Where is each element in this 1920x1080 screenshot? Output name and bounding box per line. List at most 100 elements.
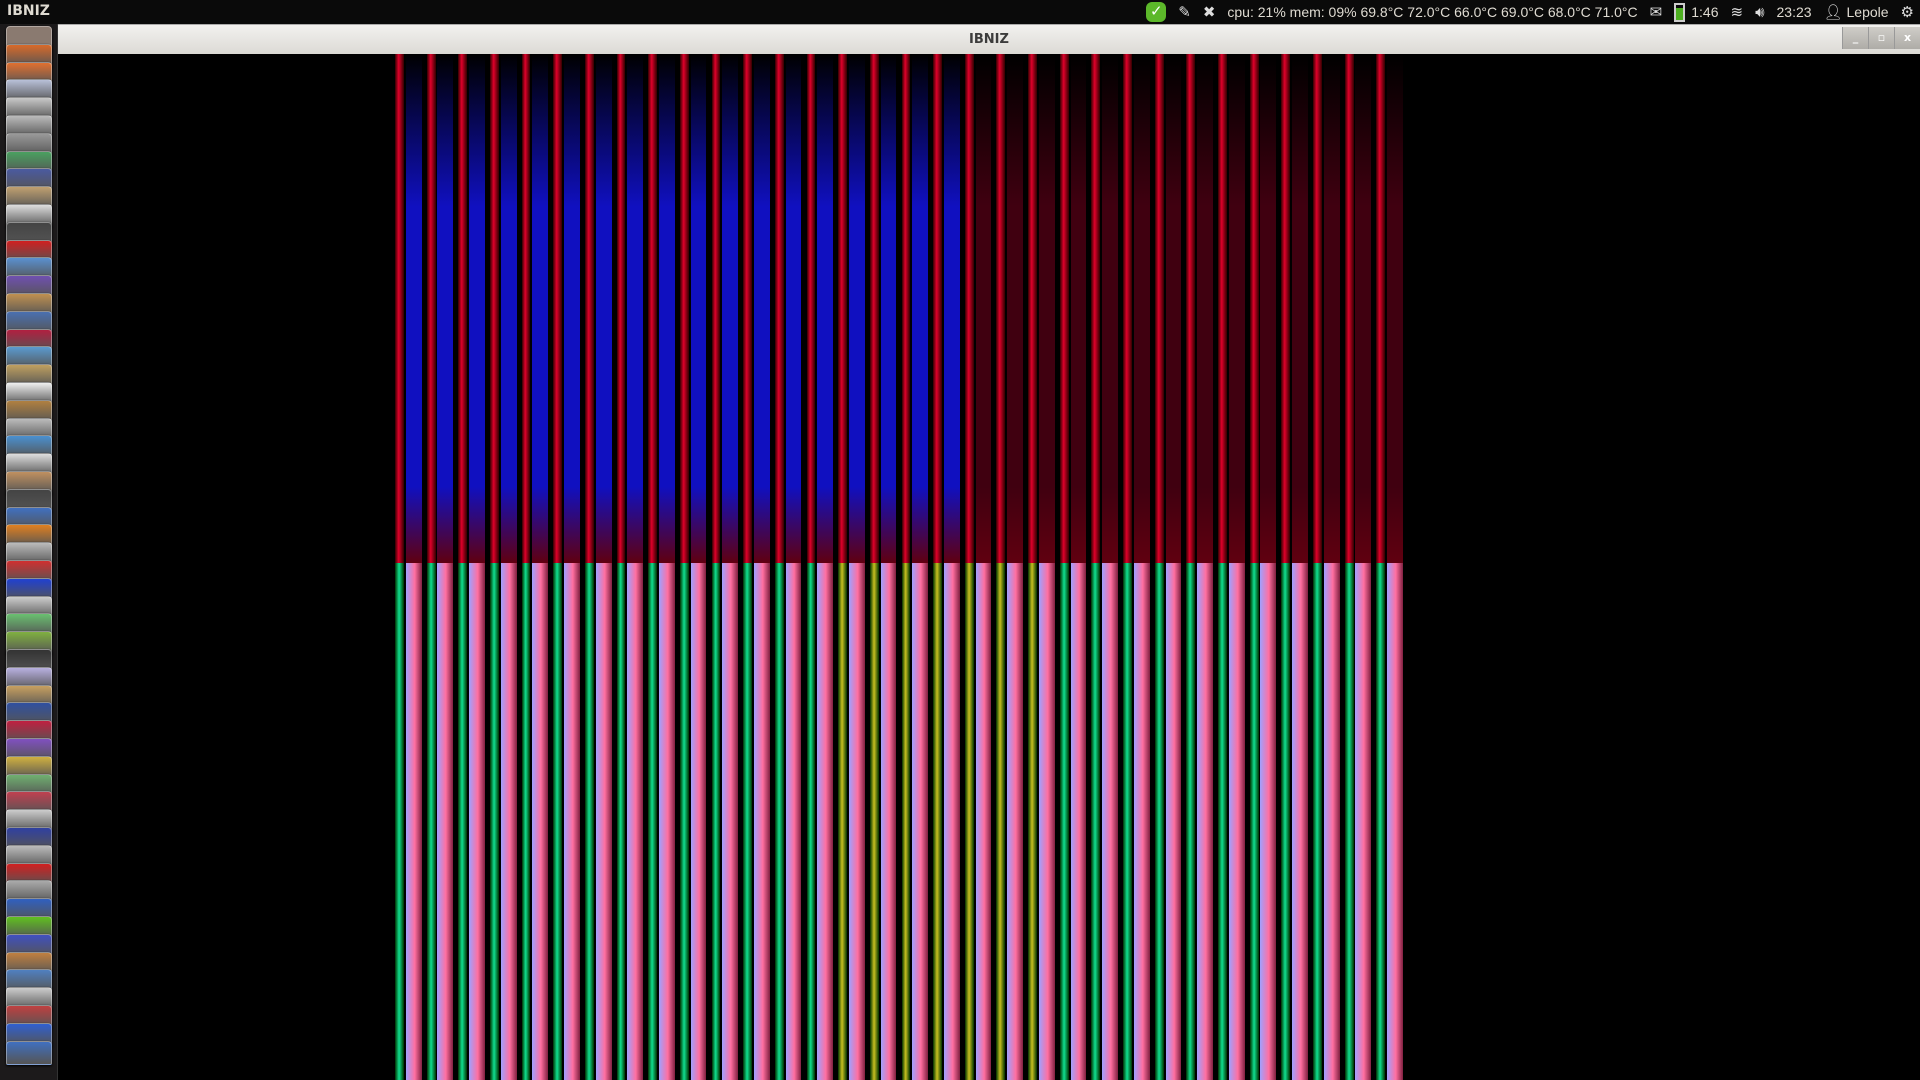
stripe-blue	[912, 54, 928, 563]
stripe-red	[996, 54, 1005, 563]
power-gear-icon[interactable]: ⚙	[1901, 3, 1914, 21]
stripe-red	[743, 54, 752, 563]
stripe-red	[1313, 54, 1322, 563]
stripe-red	[585, 54, 594, 563]
stripe-green	[965, 563, 974, 1080]
stripe-red	[1155, 54, 1164, 563]
user-name: Lepole	[1847, 4, 1889, 20]
stripe-green	[870, 563, 879, 1080]
stripe-blue	[1134, 54, 1150, 563]
stripe-green	[1186, 563, 1195, 1080]
maximize-button[interactable]: ▫	[1868, 27, 1894, 49]
stripe-red	[838, 54, 847, 563]
battery-time[interactable]: 1:46	[1691, 4, 1718, 20]
stripe-green	[1028, 563, 1037, 1080]
stripe-green	[680, 563, 689, 1080]
system-monitor-text[interactable]: cpu: 21% mem: 09% 69.8°C 72.0°C 66.0°C 6…	[1227, 4, 1637, 20]
stripe-red	[775, 54, 784, 563]
stripe-blue	[849, 54, 865, 563]
stripe-green	[1123, 563, 1132, 1080]
mail-icon[interactable]: ✉	[1650, 3, 1663, 21]
sync-check-icon[interactable]: ✓	[1146, 2, 1166, 22]
stripe-pink	[1102, 563, 1118, 1080]
notes-icon[interactable]: ✎	[1178, 3, 1191, 21]
stripe-pink	[1229, 563, 1245, 1080]
stripe-blue	[406, 54, 422, 563]
stripe-red	[902, 54, 911, 563]
dropbox-icon[interactable]: ✖	[1203, 3, 1216, 21]
stripe-red	[395, 54, 404, 563]
stripe-blue	[1197, 54, 1213, 563]
stripe-pink	[1260, 563, 1276, 1080]
stripe-blue	[596, 54, 612, 563]
stripe-green	[996, 563, 1005, 1080]
stripe-blue	[1387, 54, 1403, 563]
battery-icon[interactable]	[1674, 3, 1685, 22]
active-app-title: IBNIZ	[7, 3, 50, 19]
stripe-pink	[912, 563, 928, 1080]
clock[interactable]: 23:23	[1777, 4, 1812, 20]
stripe-pink	[1292, 563, 1308, 1080]
stripe-green	[1345, 563, 1354, 1080]
stripe-pink	[659, 563, 675, 1080]
stripe-red	[1186, 54, 1195, 563]
stripe-green	[712, 563, 721, 1080]
close-button[interactable]: x	[1894, 27, 1920, 49]
stripe-blue	[1324, 54, 1340, 563]
stripe-red	[1060, 54, 1069, 563]
stripe-pink	[627, 563, 643, 1080]
stripe-pink	[1355, 563, 1371, 1080]
stripe-blue	[1260, 54, 1276, 563]
stripe-green	[1376, 563, 1385, 1080]
stripe-pink	[881, 563, 897, 1080]
volume-icon[interactable]: 🔊︎	[1755, 4, 1764, 21]
stripe-red	[1345, 54, 1354, 563]
stripe-red	[1028, 54, 1037, 563]
stripe-pink	[596, 563, 612, 1080]
stripe-green	[648, 563, 657, 1080]
stripe-pink	[691, 563, 707, 1080]
stripe-pink	[944, 563, 960, 1080]
stripe-blue	[627, 54, 643, 563]
stripe-blue	[532, 54, 548, 563]
stripe-green	[1060, 563, 1069, 1080]
stripe-green	[775, 563, 784, 1080]
stripe-red	[712, 54, 721, 563]
stripe-blue	[1102, 54, 1118, 563]
stripe-red	[680, 54, 689, 563]
window-titlebar[interactable]: IBNIZ _ ▫ x	[58, 24, 1920, 54]
stripe-red	[490, 54, 499, 563]
stripe-pink	[976, 563, 992, 1080]
stripe-green	[743, 563, 752, 1080]
stripe-red	[427, 54, 436, 563]
stripe-pink	[532, 563, 548, 1080]
stripe-pink	[1071, 563, 1087, 1080]
stripe-pink	[437, 563, 453, 1080]
launcher-app-icon[interactable]	[6, 1041, 52, 1065]
stripe-blue	[1071, 54, 1087, 563]
window-content	[58, 54, 1920, 1080]
ibniz-render-canvas[interactable]	[395, 54, 1408, 1080]
stripe-pink	[1039, 563, 1055, 1080]
stripe-red	[870, 54, 879, 563]
minimize-button[interactable]: _	[1842, 27, 1868, 49]
stripe-pink	[501, 563, 517, 1080]
stripe-red	[458, 54, 467, 563]
stripe-red	[1123, 54, 1132, 563]
stripe-green	[458, 563, 467, 1080]
wifi-icon[interactable]: ≋	[1730, 3, 1743, 21]
stripe-green	[522, 563, 531, 1080]
stripe-green	[553, 563, 562, 1080]
stripe-blue	[944, 54, 960, 563]
stripe-blue	[976, 54, 992, 563]
stripe-red	[617, 54, 626, 563]
stripe-blue	[817, 54, 833, 563]
stripe-blue	[881, 54, 897, 563]
stripe-blue	[564, 54, 580, 563]
stripe-green	[1218, 563, 1227, 1080]
stripe-pink	[1134, 563, 1150, 1080]
user-menu[interactable]: 👤︎ Lepole	[1824, 3, 1889, 21]
stripe-blue	[437, 54, 453, 563]
stripe-pink	[849, 563, 865, 1080]
stripe-pink	[786, 563, 802, 1080]
